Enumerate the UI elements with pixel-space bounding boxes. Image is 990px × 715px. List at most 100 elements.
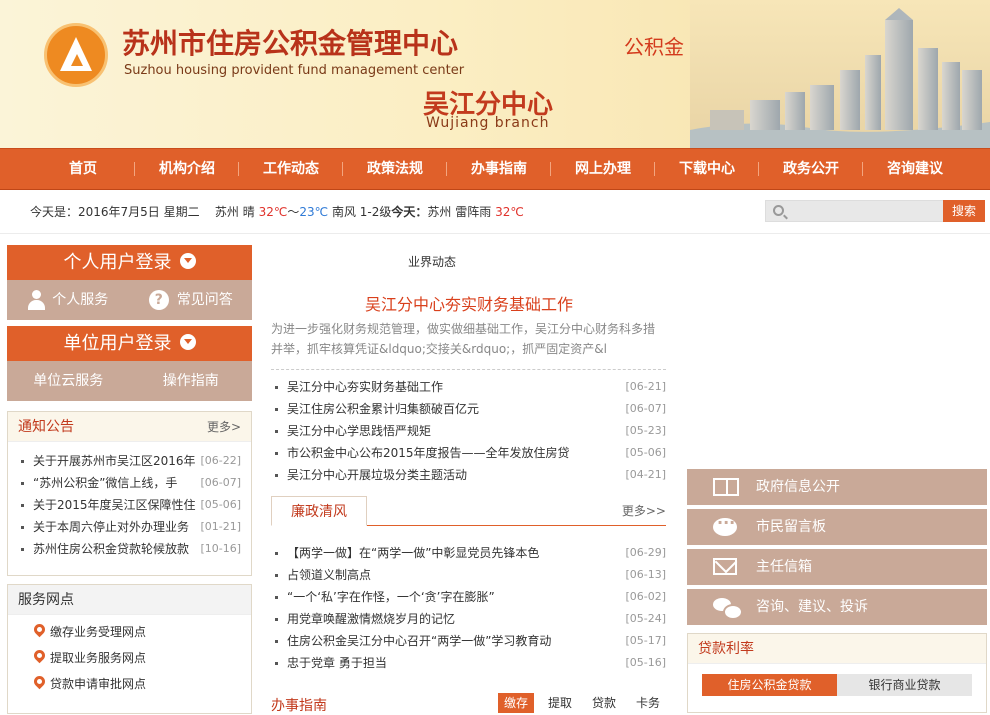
headline-link[interactable]: 吴江分中心夯实财务基础工作 bbox=[365, 291, 573, 315]
guide-tabs: 缴存 提取 贷款 卡务 bbox=[490, 693, 666, 713]
question-icon: ? bbox=[148, 290, 169, 310]
weather-high: 32℃ bbox=[258, 205, 288, 219]
nav-news[interactable]: 工作动态 bbox=[239, 149, 343, 189]
service-item-label: 缴存业务受理网点 bbox=[50, 625, 147, 639]
list-item[interactable]: 关于本周六停止对外办理业务 [01-21] bbox=[21, 516, 241, 538]
clean-more-link[interactable]: 更多>> bbox=[622, 502, 666, 519]
left-column: 个人用户登录 个人服务 ? 常见问答 单位用户登录 单位云服务 操作指南 通知公告… bbox=[7, 245, 252, 714]
item-date: [01-21] bbox=[198, 516, 241, 538]
list-item[interactable]: “苏州公积金”微信上线，手 [06-07] bbox=[21, 472, 241, 494]
personal-login-button[interactable]: 个人用户登录 bbox=[7, 245, 252, 280]
feedback-button[interactable]: 咨询、建议、投诉 bbox=[687, 589, 987, 625]
list-item[interactable]: 吴江住房公积金累计归集额破百亿元 [06-07] bbox=[271, 398, 666, 420]
search-input[interactable] bbox=[790, 203, 940, 219]
list-item[interactable]: 吴江分中心夯实财务基础工作 [06-21] bbox=[271, 376, 666, 398]
list-item[interactable]: 关于2015年度吴江区保障性住 [05-06] bbox=[21, 494, 241, 516]
unit-cloud-link[interactable]: 单位云服务 bbox=[7, 361, 130, 401]
notice-more-link[interactable]: 更多> bbox=[207, 412, 241, 442]
faq-label: 常见问答 bbox=[176, 292, 233, 308]
chat-bubbles-icon bbox=[713, 598, 743, 620]
site-logo-icon[interactable] bbox=[44, 23, 108, 87]
service-item[interactable]: 贷款申请审批网点 bbox=[18, 671, 241, 697]
gov-info-button[interactable]: 政府信息公开 bbox=[687, 469, 987, 505]
list-item[interactable]: 占领道义制高点 [06-13] bbox=[271, 564, 666, 586]
chevron-down-icon bbox=[179, 253, 196, 269]
nav-policy[interactable]: 政策法规 bbox=[343, 149, 447, 189]
list-item[interactable]: 忠于党章 勇于担当 [05-16] bbox=[271, 652, 666, 674]
item-date: [05-06] bbox=[198, 494, 241, 516]
item-text: 【两学一做】在“两学一做”中彰显党员先锋本色 bbox=[287, 546, 540, 560]
industry-label: 业界动态 bbox=[408, 255, 457, 269]
service-item-label: 贷款申请审批网点 bbox=[50, 677, 147, 691]
personal-service-label: 个人服务 bbox=[52, 292, 109, 308]
search-box: 搜索 bbox=[765, 200, 985, 222]
personal-service-link[interactable]: 个人服务 bbox=[7, 280, 130, 320]
list-item[interactable]: 吴江分中心开展垃圾分类主题活动 [04-21] bbox=[271, 464, 666, 486]
tab-card[interactable]: 卡务 bbox=[630, 693, 666, 713]
nav-consult[interactable]: 咨询建议 bbox=[863, 149, 967, 189]
location-pin-icon bbox=[31, 647, 48, 664]
unit-login-button[interactable]: 单位用户登录 bbox=[7, 326, 252, 361]
tab-clean[interactable]: 廉政清风 bbox=[271, 496, 367, 526]
op-guide-link[interactable]: 操作指南 bbox=[130, 361, 253, 401]
tab-loan[interactable]: 贷款 bbox=[586, 693, 622, 713]
notice-title: 通知公告 bbox=[18, 419, 74, 435]
bullet bbox=[275, 386, 278, 389]
tab-fund-loan[interactable]: 住房公积金贷款 bbox=[702, 674, 837, 696]
rate-title: 贷款利率 bbox=[688, 634, 986, 664]
nav-guide[interactable]: 办事指南 bbox=[447, 149, 551, 189]
user-icon bbox=[28, 290, 46, 310]
list-item[interactable]: 关于开展苏州市吴江区2016年 [06-22] bbox=[21, 450, 241, 472]
list-item[interactable]: “一个‘私’字在作怪，一个‘贪’字在膨胀” [06-02] bbox=[271, 586, 666, 608]
director-mailbox-label: 主任信箱 bbox=[756, 559, 812, 575]
notice-panel: 通知公告 更多> 关于开展苏州市吴江区2016年 [06-22] “苏州公积金”微… bbox=[7, 411, 252, 576]
nav-about[interactable]: 机构介绍 bbox=[135, 149, 239, 189]
weather-condition: 晴 bbox=[242, 205, 255, 219]
nav-online[interactable]: 网上办理 bbox=[551, 149, 655, 189]
item-date: [05-17] bbox=[623, 630, 666, 652]
chat-icon bbox=[713, 505, 737, 541]
item-text: 关于本周六停止对外办理业务 bbox=[33, 520, 190, 534]
item-text: 吴江分中心夯实财务基础工作 bbox=[287, 380, 444, 394]
director-mailbox-button[interactable]: 主任信箱 bbox=[687, 549, 987, 585]
list-item[interactable]: 吴江分中心学思践悟严规矩 [05-23] bbox=[271, 420, 666, 442]
bullet bbox=[21, 548, 24, 551]
item-text: 忠于党章 勇于担当 bbox=[287, 656, 387, 670]
tab-deposit[interactable]: 缴存 bbox=[497, 693, 534, 713]
nav-public[interactable]: 政务公开 bbox=[759, 149, 863, 189]
personal-login-links: 个人服务 ? 常见问答 bbox=[7, 280, 252, 320]
nav-home[interactable]: 首页 bbox=[31, 149, 135, 189]
list-item[interactable]: 苏州住房公积金贷款轮候放款 [10-16] bbox=[21, 538, 241, 560]
city-skyline-image bbox=[690, 0, 990, 148]
faq-link[interactable]: ? 常见问答 bbox=[130, 280, 253, 320]
item-date: [06-02] bbox=[623, 586, 666, 608]
site-subtitle: Suzhou housing provident fund management… bbox=[124, 63, 465, 78]
item-date: [05-16] bbox=[623, 652, 666, 674]
list-item[interactable]: 用党章唤醒激情燃烧岁月的记忆 [05-24] bbox=[271, 608, 666, 630]
item-date: [05-24] bbox=[623, 608, 666, 630]
nav-download[interactable]: 下载中心 bbox=[655, 149, 759, 189]
message-board-button[interactable]: 市民留言板 bbox=[687, 505, 987, 545]
date-weather: 今天是：2016年7月5日 星期二 苏州 晴 32℃～23℃ 南风 1-2级今天… bbox=[30, 203, 524, 220]
list-item[interactable]: 【两学一做】在“两学一做”中彰显党员先锋本色 [06-29] bbox=[271, 542, 666, 564]
tab-bank-loan[interactable]: 银行商业贷款 bbox=[837, 674, 972, 696]
list-item[interactable]: 市公积金中心公布2015年度报告——全年发放住房贷 [05-06] bbox=[271, 442, 666, 464]
item-text: “一个‘私’字在作怪，一个‘贪’字在膨胀” bbox=[287, 590, 495, 604]
item-text: 吴江分中心开展垃圾分类主题活动 bbox=[287, 468, 468, 482]
search-button[interactable]: 搜索 bbox=[943, 200, 985, 222]
info-bar: 今天是：2016年7月5日 星期二 苏州 晴 32℃～23℃ 南风 1-2级今天… bbox=[0, 190, 990, 234]
unit-login-links: 单位云服务 操作指南 bbox=[7, 361, 252, 401]
rate-panel: 贷款利率 住房公积金贷款 银行商业贷款 bbox=[687, 633, 987, 713]
mail-icon bbox=[713, 558, 737, 575]
tab-withdraw[interactable]: 提取 bbox=[542, 693, 578, 713]
today-label: 今天： bbox=[391, 205, 428, 219]
item-text: 关于2015年度吴江区保障性住 bbox=[33, 498, 196, 512]
feedback-label: 咨询、建议、投诉 bbox=[756, 599, 868, 615]
list-item[interactable]: 住房公积金吴江分中心召开“两学一做”学习教育动 [05-17] bbox=[271, 630, 666, 652]
item-date: [06-13] bbox=[623, 564, 666, 586]
bullet bbox=[21, 504, 24, 507]
item-date: [05-06] bbox=[623, 442, 666, 464]
rate-tabs: 住房公积金贷款 银行商业贷款 bbox=[702, 674, 972, 696]
service-item[interactable]: 提取业务服务网点 bbox=[18, 645, 241, 671]
service-item[interactable]: 缴存业务受理网点 bbox=[18, 619, 241, 645]
